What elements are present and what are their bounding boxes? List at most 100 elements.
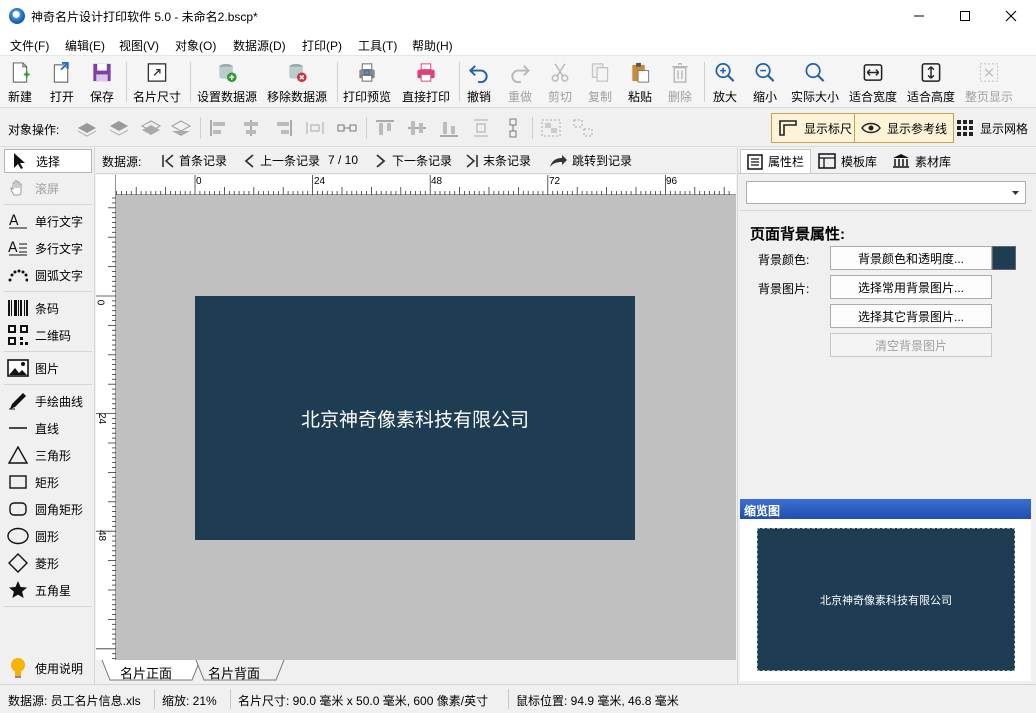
tab-properties[interactable]: 属性栏 (740, 149, 812, 173)
new-button[interactable]: 新建 (8, 59, 32, 105)
redo-button[interactable]: 重做 (508, 59, 532, 105)
menu-view[interactable]: 视图(V) (119, 37, 159, 54)
ops-separator (200, 117, 201, 139)
zoom-in-button[interactable]: 放大 (713, 59, 737, 105)
show-grid-toggle[interactable]: 显示网格 (950, 113, 1034, 143)
database-add-icon (219, 63, 237, 83)
card-size-icon (147, 63, 167, 82)
send-back-icon[interactable] (170, 118, 192, 138)
tool-barcode[interactable]: 条码 (4, 296, 92, 320)
menu-file[interactable]: 文件(F) (10, 37, 49, 54)
svg-text:A: A (9, 213, 19, 229)
tool-star[interactable]: 五角星 (4, 578, 92, 602)
tab-card-front[interactable]: 名片正面 (120, 663, 172, 682)
send-backward-icon[interactable] (140, 118, 162, 138)
menu-object[interactable]: 对象(O) (175, 37, 216, 54)
tool-diamond[interactable]: 菱形 (4, 551, 92, 575)
first-record-icon (162, 153, 174, 168)
object-selector-dropdown[interactable] (746, 181, 1026, 204)
save-button[interactable]: 保存 (90, 59, 114, 105)
maximize-button[interactable] (942, 0, 988, 32)
menu-tools[interactable]: 工具(T) (358, 37, 397, 54)
show-guides-toggle[interactable]: 显示参考线 (854, 113, 955, 143)
goto-record-button[interactable]: 跳转到记录 (548, 152, 632, 169)
tool-line[interactable]: 直线 (4, 416, 92, 440)
tab-card-back[interactable]: 名片背面 (208, 663, 260, 682)
bring-front-icon[interactable] (76, 118, 98, 138)
close-button[interactable] (988, 0, 1034, 32)
thumbnail-card[interactable]: 北京神奇像素科技有限公司 (757, 528, 1015, 671)
tab-templates[interactable]: 模板库 (812, 149, 883, 173)
align-left-icon[interactable] (208, 118, 230, 138)
group-icon[interactable] (540, 118, 562, 138)
align-bottom-icon[interactable] (438, 118, 460, 138)
cut-button[interactable]: 剪切 (548, 59, 572, 105)
delete-button[interactable]: 删除 (668, 59, 692, 105)
tool-arc-text[interactable]: 圆弧文字 (4, 263, 92, 287)
top-ruler-label: 24 (314, 176, 326, 187)
set-datasource-button[interactable]: 设置数据源 (197, 59, 257, 105)
fit-page-button[interactable]: 整页显示 (965, 59, 1013, 105)
menu-edit[interactable]: 编辑(E) (65, 37, 105, 54)
toolbar-separator (126, 62, 127, 102)
arc-text-icon (8, 269, 28, 282)
tool-ellipse[interactable]: 圆形 (4, 524, 92, 548)
copy-button[interactable]: 复制 (588, 59, 612, 105)
card-size-button[interactable]: 名片尺寸 (133, 59, 181, 105)
bg-color-button[interactable]: 背景颜色和透明度... (830, 246, 992, 270)
bg-image-common-button[interactable]: 选择常用背景图片... (830, 275, 992, 299)
next-record-button[interactable]: 下一条记录 (374, 152, 452, 169)
ungroup-icon[interactable] (572, 118, 594, 138)
bring-forward-icon[interactable] (108, 118, 130, 138)
zoom-out-button[interactable]: 缩小 (753, 59, 777, 105)
toolbar-separator (459, 62, 460, 102)
minimize-button[interactable] (896, 0, 942, 32)
status-card-size: 名片尺寸: 90.0 毫米 x 50.0 毫米, 600 像素/英寸 (238, 694, 489, 708)
print-preview-button[interactable]: 打印预览 (343, 59, 391, 105)
tool-image[interactable]: 图片 (4, 356, 92, 380)
bg-color-swatch[interactable] (992, 246, 1016, 270)
tool-separator (4, 291, 92, 292)
undo-button[interactable]: 撤销 (467, 59, 491, 105)
align-top-icon[interactable] (374, 118, 396, 138)
fit-width-button[interactable]: 适合宽度 (849, 59, 897, 105)
tool-multi-text[interactable]: A 多行文字 (4, 236, 92, 260)
last-record-icon (466, 153, 478, 168)
align-center-icon[interactable] (240, 118, 262, 138)
fit-height-button[interactable]: 适合高度 (907, 59, 955, 105)
tool-qrcode[interactable]: 二维码 (4, 323, 92, 347)
tool-rect[interactable]: 矩形 (4, 470, 92, 494)
bg-image-other-button[interactable]: 选择其它背景图片... (830, 304, 992, 328)
menu-print[interactable]: 打印(P) (302, 37, 342, 54)
bg-image-clear-button[interactable]: 清空背景图片 (830, 333, 992, 357)
open-button[interactable]: 打开 (50, 59, 74, 105)
business-card[interactable]: 北京神奇像素科技有限公司 (195, 296, 635, 540)
remove-datasource-button[interactable]: 移除数据源 (267, 59, 327, 105)
status-separator (508, 689, 509, 709)
first-record-button[interactable]: 首条记录 (160, 152, 227, 169)
paste-button[interactable]: 粘贴 (628, 59, 652, 105)
tab-materials[interactable]: 素材库 (886, 149, 957, 173)
same-width-icon[interactable] (336, 118, 358, 138)
align-right-icon[interactable] (272, 118, 294, 138)
tool-help[interactable]: 使用说明 (4, 656, 92, 680)
distribute-horizontal-icon[interactable] (304, 118, 326, 138)
menu-datasource[interactable]: 数据源(D) (233, 37, 286, 54)
same-height-icon[interactable] (502, 118, 524, 138)
tool-select[interactable]: 选择 (4, 149, 92, 173)
actual-size-button[interactable]: 实际大小 (791, 59, 839, 105)
card-company-text[interactable]: 北京神奇像素科技有限公司 (301, 405, 529, 432)
align-middle-icon[interactable] (406, 118, 428, 138)
tool-freehand[interactable]: 手绘曲线 (4, 389, 92, 413)
tool-scroll[interactable]: 滚屏 (4, 176, 92, 200)
distribute-vertical-icon[interactable] (470, 118, 492, 138)
show-ruler-toggle[interactable]: 显示标尺 (771, 113, 860, 143)
direct-print-button[interactable]: 直接打印 (402, 59, 450, 105)
tool-separator (4, 351, 92, 352)
last-record-button[interactable]: 末条记录 (464, 152, 531, 169)
tool-single-text[interactable]: A 单行文字 (4, 209, 92, 233)
menu-help[interactable]: 帮助(H) (412, 37, 453, 54)
tool-triangle[interactable]: 三角形 (4, 443, 92, 467)
tool-round-rect[interactable]: 圆角矩形 (4, 497, 92, 521)
prev-record-button[interactable]: 上一条记录 (242, 152, 320, 169)
